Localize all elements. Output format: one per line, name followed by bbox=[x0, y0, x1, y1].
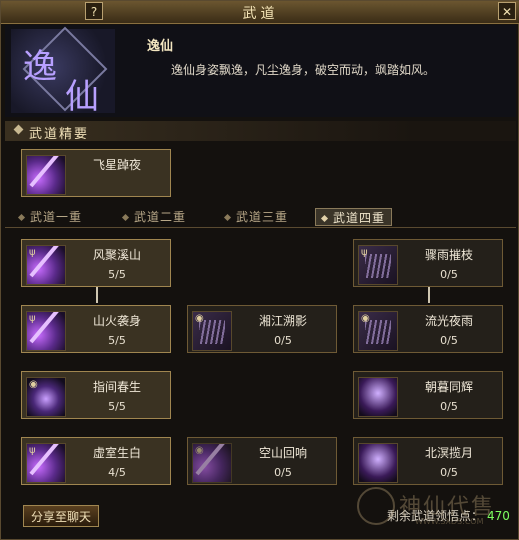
tab-wudao-3[interactable]: 武道三重 bbox=[223, 208, 289, 226]
tab-label: 武道三重 bbox=[236, 210, 289, 224]
skill-icon: ◉ bbox=[26, 377, 66, 417]
skill-level: 5/5 bbox=[108, 400, 126, 413]
skill-card[interactable]: ◉ 流光夜雨 0/5 bbox=[353, 305, 503, 353]
diamond-bullet-icon bbox=[13, 124, 24, 135]
skill-name: 山火袭身 bbox=[92, 314, 141, 328]
share-to-chat-button[interactable]: 分享至聊天 bbox=[23, 505, 99, 527]
diamond-icon bbox=[17, 213, 26, 222]
points-value: 470 bbox=[487, 509, 510, 523]
skill-level: 0/5 bbox=[440, 466, 458, 479]
tab-label: 武道二重 bbox=[134, 210, 187, 224]
skill-level: 5/5 bbox=[108, 334, 126, 347]
skill-connector bbox=[96, 287, 98, 303]
points-label: 剩余武道领悟点： bbox=[387, 509, 484, 523]
diamond-icon bbox=[223, 213, 232, 222]
class-name: 逸仙 bbox=[147, 39, 174, 54]
tab-bar: 武道一重 武道二重 武道三重 武道四重 bbox=[5, 207, 516, 228]
skill-icon: ◉ bbox=[358, 311, 398, 351]
skill-level: 5/5 bbox=[108, 268, 126, 281]
skill-icon: ◉ bbox=[192, 311, 232, 351]
skill-name: 骤雨摧枝 bbox=[424, 248, 473, 262]
tab-wudao-4[interactable]: 武道四重 bbox=[315, 208, 393, 226]
skill-name: 风聚溪山 bbox=[92, 248, 141, 262]
remaining-points: 剩余武道领悟点： 470 bbox=[387, 507, 510, 524]
skill-icon: ψ bbox=[26, 311, 66, 351]
skill-icon bbox=[358, 443, 398, 483]
skill-icon: ψ bbox=[26, 443, 66, 483]
shooting-star-icon bbox=[26, 155, 66, 195]
skill-card[interactable]: ◉ 湘江溯影 0/5 bbox=[187, 305, 337, 353]
skill-icon: ◉ bbox=[192, 443, 232, 483]
skill-name: 湘江溯影 bbox=[258, 314, 307, 328]
skill-name: 飞星踔夜 bbox=[92, 158, 141, 172]
skill-card[interactable]: 北溟揽月 0/5 bbox=[353, 437, 503, 485]
skill-card[interactable]: ψ 风聚溪山 5/5 bbox=[21, 239, 171, 287]
skill-name: 指间春生 bbox=[92, 380, 141, 394]
skill-level: 0/5 bbox=[274, 334, 292, 347]
skill-card[interactable]: ψ 山火袭身 5/5 bbox=[21, 305, 171, 353]
section-header-essence: 武道精要 bbox=[5, 121, 516, 142]
tab-label: 武道一重 bbox=[30, 210, 83, 224]
skill-level: 0/5 bbox=[440, 268, 458, 281]
tab-label: 武道四重 bbox=[333, 211, 386, 225]
emblem-char-2: 仙 bbox=[65, 77, 99, 117]
skill-card[interactable]: ◉ 空山回响 0/5 bbox=[187, 437, 337, 485]
skill-level: 0/5 bbox=[274, 466, 292, 479]
class-description: 逸仙身姿飘逸，凡尘逸身，破空而动，飒踏如风。 bbox=[171, 63, 436, 77]
tab-wudao-2[interactable]: 武道二重 bbox=[121, 208, 187, 226]
skill-connector bbox=[428, 287, 430, 303]
skill-icon: ψ bbox=[26, 245, 66, 285]
wudao-window: 武道 ? ✕ 逸 仙 逸仙 逸仙身姿飘逸，凡尘逸身，破空而动，飒踏如风。 武道精… bbox=[0, 0, 519, 540]
skill-card[interactable]: ψ 骤雨摧枝 0/5 bbox=[353, 239, 503, 287]
section-label: 武道精要 bbox=[29, 127, 90, 142]
skill-card[interactable]: 朝暮同辉 0/5 bbox=[353, 371, 503, 419]
window-title: 武道 bbox=[242, 6, 279, 22]
emblem-char-1: 逸 bbox=[23, 47, 57, 87]
skill-name: 朝暮同辉 bbox=[424, 380, 473, 394]
title-bar[interactable]: 武道 bbox=[1, 1, 519, 24]
skill-level: 0/5 bbox=[440, 400, 458, 413]
diamond-icon bbox=[320, 214, 329, 223]
class-emblem-icon: 逸 仙 bbox=[11, 26, 115, 117]
close-button[interactable]: ✕ bbox=[498, 2, 516, 20]
class-header: 逸 仙 逸仙 逸仙身姿飘逸，凡尘逸身，破空而动，飒踏如风。 bbox=[5, 25, 516, 117]
skill-icon bbox=[358, 377, 398, 417]
diamond-icon bbox=[121, 213, 130, 222]
tab-wudao-1[interactable]: 武道一重 bbox=[17, 208, 83, 226]
skill-level: 0/5 bbox=[440, 334, 458, 347]
skill-name: 空山回响 bbox=[258, 446, 307, 460]
help-button[interactable]: ? bbox=[85, 2, 103, 20]
skill-card[interactable]: ψ 虚室生白 4/5 bbox=[21, 437, 171, 485]
skill-icon: ψ bbox=[358, 245, 398, 285]
skill-name: 虚室生白 bbox=[92, 446, 141, 460]
skill-level: 4/5 bbox=[108, 466, 126, 479]
skill-card[interactable]: ◉ 指间春生 5/5 bbox=[21, 371, 171, 419]
essence-skill-card[interactable]: 飞星踔夜 bbox=[21, 149, 171, 197]
skill-name: 北溟揽月 bbox=[424, 446, 473, 460]
skill-name: 流光夜雨 bbox=[424, 314, 473, 328]
